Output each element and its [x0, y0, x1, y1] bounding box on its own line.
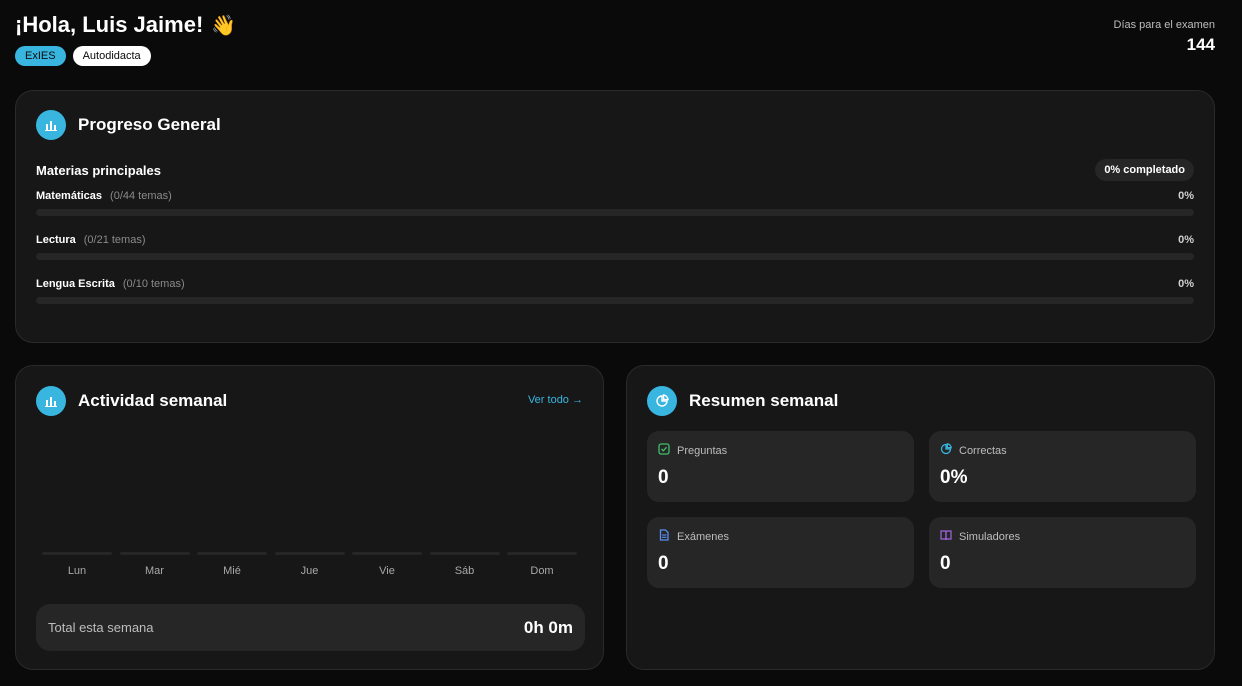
- user-tags: ExIES Autodidacta: [15, 46, 1215, 66]
- subject-percent: 0%: [1178, 190, 1194, 202]
- check-square-icon: [658, 443, 670, 458]
- weekly-activity-header: Actividad semanal: [36, 386, 583, 416]
- document-icon: [658, 529, 670, 544]
- subject-reading: Lectura (0/21 temas) 0%: [36, 234, 1194, 260]
- subject-percent: 0%: [1178, 234, 1194, 246]
- day-label: Sáb: [454, 565, 475, 577]
- greeting-heading: ¡Hola, Luis Jaime! 👋: [15, 12, 1215, 38]
- general-progress-header: Progreso General: [36, 110, 1194, 140]
- pie-chart-icon: [647, 386, 677, 416]
- weekly-total-value: 0h 0m: [523, 617, 573, 637]
- exam-countdown-value: 144: [1186, 35, 1215, 54]
- subject-name: Lengua Escrita: [36, 278, 115, 290]
- view-all-link[interactable]: Ver todo →: [528, 394, 583, 406]
- day-label: Mié: [223, 565, 241, 577]
- pie-chart-icon: [940, 443, 952, 458]
- day-bar: [42, 552, 112, 555]
- day-column-thu: Jue: [274, 552, 345, 577]
- bar-chart-icon: [36, 386, 66, 416]
- day-bar: [197, 552, 267, 555]
- weekly-summary-card: Resumen semanal Preguntas 0 Correctas 0%…: [626, 365, 1215, 670]
- stat-value: 0: [658, 467, 669, 488]
- stat-exams: Exámenes 0: [647, 517, 914, 588]
- subject-progress-bar: [36, 253, 1194, 260]
- subject-count: (0/21 temas): [83, 234, 146, 246]
- subject-written-language: Lengua Escrita (0/10 temas) 0%: [36, 278, 1194, 304]
- wave-emoji: 👋: [211, 14, 237, 37]
- day-bar: [274, 552, 345, 555]
- day-column-sat: Sáb: [429, 552, 500, 577]
- day-column-wed: Mié: [197, 552, 267, 577]
- bar-chart-icon: [36, 110, 66, 140]
- stat-simulators: Simuladores 0: [929, 517, 1196, 588]
- weekly-activity-days: Lun Mar Mié Jue Vie Sáb Dom: [42, 552, 577, 577]
- subject-mathematics: Matemáticas (0/44 temas) 0%: [36, 190, 1194, 216]
- day-label: Jue: [300, 565, 319, 577]
- stat-label: Simuladores: [959, 530, 1021, 543]
- stat-value: 0%: [940, 467, 968, 488]
- day-column-tue: Mar: [119, 552, 190, 577]
- book-icon: [940, 529, 952, 544]
- weekly-total: Total esta semana 0h 0m: [36, 604, 585, 651]
- day-label: Mar: [145, 565, 164, 577]
- weekly-activity-title: Actividad semanal: [78, 391, 228, 410]
- main-subjects-row: Materias principales 0% completado: [36, 159, 1194, 181]
- exam-countdown: Días para el examen 144: [1114, 19, 1216, 55]
- day-label: Vie: [379, 565, 395, 577]
- stat-label: Correctas: [959, 444, 1007, 457]
- weekly-summary-header: Resumen semanal: [647, 386, 1194, 416]
- day-bar: [507, 552, 577, 555]
- stat-correct: Correctas 0%: [929, 431, 1196, 502]
- subject-progress-bar: [36, 297, 1194, 304]
- day-column-sun: Dom: [507, 552, 577, 577]
- general-progress-card: Progreso General Materias principales 0%…: [15, 90, 1215, 343]
- stat-value: 0: [658, 553, 669, 574]
- day-label: Lun: [67, 565, 87, 577]
- day-bar: [119, 552, 190, 555]
- weekly-total-label: Total esta semana: [48, 620, 154, 635]
- dashboard-header: ¡Hola, Luis Jaime! 👋 ExIES Autodidacta D…: [15, 12, 1215, 72]
- weekly-activity-card: Actividad semanal Ver todo → Lun Mar Mié…: [15, 365, 604, 670]
- greeting-text: ¡Hola, Luis Jaime!: [15, 12, 204, 37]
- exam-countdown-label: Días para el examen: [1113, 19, 1216, 31]
- subject-name: Matemáticas: [36, 190, 103, 202]
- subject-count: (0/44 temas): [110, 190, 172, 202]
- day-bar: [429, 552, 500, 555]
- subject-name: Lectura: [36, 234, 76, 246]
- general-progress-title: Progreso General: [78, 115, 221, 134]
- stat-questions: Preguntas 0: [647, 431, 914, 502]
- tag-exies: ExIES: [15, 46, 66, 66]
- completion-badge: 0% completado: [1095, 159, 1194, 181]
- day-label: Dom: [530, 565, 554, 577]
- tag-autodidacta: Autodidacta: [72, 46, 151, 66]
- stat-label: Preguntas: [677, 444, 728, 457]
- stat-value: 0: [940, 553, 951, 574]
- stat-label: Exámenes: [677, 530, 729, 543]
- main-subjects-title: Materias principales: [36, 162, 161, 178]
- weekly-summary-title: Resumen semanal: [689, 391, 839, 410]
- subject-progress-bar: [36, 209, 1194, 216]
- subject-count: (0/10 temas): [122, 278, 185, 290]
- subject-percent: 0%: [1178, 278, 1194, 290]
- day-column-mon: Lun: [42, 552, 112, 577]
- day-column-fri: Vie: [352, 552, 422, 577]
- day-bar: [352, 552, 422, 555]
